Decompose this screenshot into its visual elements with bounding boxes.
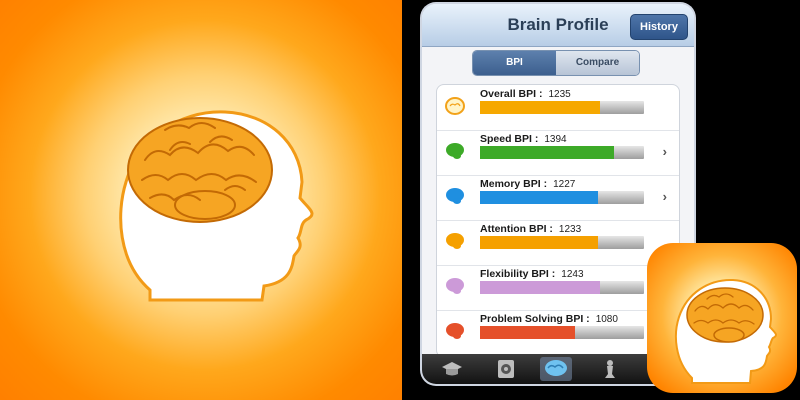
brain-purple-icon	[446, 278, 464, 294]
bpi-score: 1235	[548, 89, 571, 100]
bpi-bar-track	[480, 101, 644, 114]
bpi-row-label: Overall BPI :1235	[480, 88, 571, 100]
chess-piece-icon	[605, 360, 615, 378]
bpi-row-speed[interactable]: Speed BPI :1394 ›	[437, 130, 679, 176]
brain-tab-icon	[545, 360, 567, 376]
bpi-bar-fill	[480, 101, 600, 114]
bpi-bar-fill	[480, 236, 599, 249]
brain-outline-icon	[445, 97, 465, 115]
graduation-cap-icon	[442, 362, 462, 376]
bpi-row-label: Flexibility BPI :1243	[480, 268, 584, 280]
bpi-bar-track	[480, 326, 644, 339]
history-button[interactable]: History	[630, 14, 688, 40]
bpi-score: 1243	[561, 269, 584, 280]
bpi-row-attention: Attention BPI :1233	[437, 220, 679, 266]
brain-orange-icon	[446, 233, 464, 249]
chevron-right-icon[interactable]: ›	[663, 189, 667, 204]
chevron-right-icon[interactable]: ›	[663, 144, 667, 159]
promo-art	[0, 0, 402, 400]
tab-brain-profile[interactable]	[540, 357, 572, 381]
bpi-bar-fill	[480, 326, 576, 339]
navigation-bar: Brain Profile History	[422, 4, 694, 47]
tab-train[interactable]	[436, 357, 468, 381]
brain-red-icon	[446, 323, 464, 339]
segment-compare[interactable]: Compare	[556, 51, 639, 75]
head-brain-illustration	[119, 110, 314, 302]
bpi-row-label: Speed BPI :1394	[480, 133, 567, 145]
bpi-score: 1233	[558, 224, 582, 235]
bpi-row-overall: Overall BPI :1235	[437, 85, 679, 131]
segment-bpi[interactable]: BPI	[473, 51, 556, 75]
target-icon	[498, 360, 514, 378]
bpi-row-label: Memory BPI :1227	[480, 178, 576, 190]
bpi-row-memory[interactable]: Memory BPI :1227 ›	[437, 175, 679, 221]
app-icon	[647, 243, 797, 393]
bpi-row-flexibility: Flexibility BPI :1243	[437, 265, 679, 311]
bpi-score: 1394	[544, 134, 567, 145]
head-brain-icon	[674, 278, 777, 384]
bpi-bar-track	[480, 236, 644, 249]
bpi-bar-track	[480, 281, 644, 294]
brain-blue-icon	[446, 188, 464, 204]
bpi-score: 1080	[595, 314, 618, 325]
tab-more[interactable]	[594, 357, 626, 381]
bpi-bar-fill	[480, 281, 600, 294]
segmented-control: BPI Compare	[472, 50, 640, 76]
bpi-row-label: Problem Solving BPI :1080	[480, 313, 618, 325]
tab-games[interactable]	[490, 357, 522, 381]
bpi-bar-fill	[480, 191, 599, 204]
bpi-score: 1227	[553, 179, 576, 190]
bpi-row-label: Attention BPI :1233	[480, 223, 582, 235]
bpi-bar-fill	[480, 146, 615, 159]
bpi-list: Overall BPI :1235 Speed BPI :1394 › Memo…	[436, 84, 680, 358]
brain-green-icon	[446, 143, 464, 159]
brain-shape	[127, 117, 273, 223]
bpi-row-problem-solving: Problem Solving BPI :1080	[437, 310, 679, 355]
bpi-bar-track	[480, 146, 644, 159]
bpi-bar-track	[480, 191, 644, 204]
